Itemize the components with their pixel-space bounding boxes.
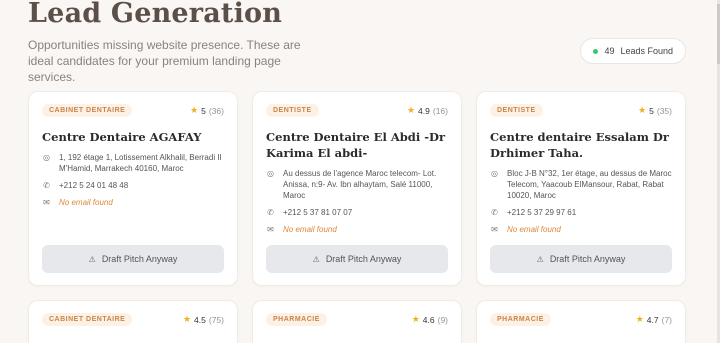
location-pin-icon: ◎ [43, 153, 50, 162]
mail-icon: ✉ [43, 198, 50, 207]
address-row: ◎ Au dessus de l'agence Maroc telecom- L… [266, 168, 448, 201]
mail-icon: ✉ [267, 225, 274, 234]
star-icon: ★ [190, 105, 199, 115]
leads-label: Leads Found [620, 46, 673, 56]
category-badge: PHARMACIE [266, 313, 327, 326]
email-row: ✉ No email found [266, 224, 448, 235]
rating: ★ 4.6 (9) [412, 314, 448, 325]
draft-pitch-label: Draft Pitch Anyway [549, 254, 626, 264]
phone-icon: ✆ [43, 181, 50, 190]
warning-icon: ⚠ [312, 254, 320, 264]
rating: ★ 5 (36) [190, 105, 224, 116]
draft-pitch-button[interactable]: ⚠ Draft Pitch Anyway [490, 245, 672, 273]
phone-icon: ✆ [267, 208, 274, 217]
rating: ★ 4.5 (75) [183, 314, 224, 325]
review-count: (35) [656, 105, 672, 116]
business-name: Centre Dentaire El Abdi -Dr Karima El ab… [266, 130, 446, 160]
lead-card: CABINET DENTAIRE ★ 5 (36) Centre Dentair… [28, 91, 238, 286]
address-row: ◎ Bloc J-B N°32, 1er étage, au dessus de… [490, 168, 672, 201]
star-icon: ★ [638, 105, 647, 115]
page-header: Lead Generation Opportunities missing we… [28, 0, 692, 85]
rating-value: 5 [201, 105, 206, 116]
category-badge: CABINET DENTAIRE [42, 104, 133, 117]
rating-value: 4.6 [422, 314, 435, 325]
address: 1, 192 étage 1, Lotissement Alkhalil, Be… [59, 153, 222, 173]
leads-count: 49 [604, 46, 615, 56]
email-status: No email found [507, 225, 561, 234]
review-count: (9) [437, 314, 448, 325]
lead-card: DENTISTE ★ 5 (35) Centre dentaire Essala… [476, 91, 686, 286]
email-row: ✉ No email found [490, 224, 672, 235]
phone: +212 5 37 81 07 07 [283, 208, 353, 217]
location-pin-icon: ◎ [491, 169, 498, 178]
page-title: Lead Generation [28, 0, 283, 29]
draft-pitch-button[interactable]: ⚠ Draft Pitch Anyway [266, 245, 448, 273]
lead-card: CABINET DENTAIRE ★ 4.5 (75) [28, 300, 238, 343]
business-name: Centre Dentaire AGAFAY [42, 130, 202, 144]
review-count: (75) [208, 314, 224, 325]
star-icon: ★ [411, 314, 420, 324]
rating-value: 4.7 [646, 314, 659, 325]
status-dot-icon [593, 48, 599, 54]
address: Bloc J-B N°32, 1er étage, au dessus de M… [507, 169, 672, 200]
star-icon: ★ [635, 314, 644, 324]
address: Au dessus de l'agence Maroc telecom- Lot… [283, 169, 437, 200]
lead-card: PHARMACIE ★ 4.6 (9) [252, 300, 462, 343]
mail-icon: ✉ [491, 225, 498, 234]
email-status: No email found [283, 225, 337, 234]
category-badge: PHARMACIE [490, 313, 551, 326]
lead-card: PHARMACIE ★ 4.7 (7) [476, 300, 686, 343]
rating: ★ 4.9 (16) [407, 105, 448, 116]
lead-card: DENTISTE ★ 4.9 (16) Centre Dentaire El A… [252, 91, 462, 286]
draft-pitch-label: Draft Pitch Anyway [101, 254, 178, 264]
email-status: No email found [59, 198, 113, 207]
page-subtitle: Opportunities missing website presence. … [28, 38, 301, 84]
star-icon: ★ [182, 314, 192, 324]
phone-icon: ✆ [491, 208, 498, 217]
email-row: ✉ No email found [42, 197, 224, 208]
rating: ★ 4.7 (7) [636, 314, 672, 325]
review-count: (16) [432, 105, 448, 116]
draft-pitch-label: Draft Pitch Anyway [325, 254, 402, 264]
rating-value: 5 [649, 105, 654, 116]
review-count: (7) [661, 314, 672, 325]
warning-icon: ⚠ [536, 254, 544, 264]
location-pin-icon: ◎ [267, 169, 274, 178]
phone: +212 5 24 01 48 48 [59, 181, 129, 190]
phone-row: ✆ +212 5 37 29 97 61 [490, 207, 672, 218]
address-row: ◎ 1, 192 étage 1, Lotissement Alkhalil, … [42, 152, 224, 174]
phone-row: ✆ +212 5 37 81 07 07 [266, 207, 448, 218]
category-badge: DENTISTE [490, 104, 543, 117]
rating: ★ 5 (35) [638, 105, 672, 116]
review-count: (36) [208, 105, 224, 116]
category-badge: DENTISTE [266, 104, 319, 117]
category-badge: CABINET DENTAIRE [42, 313, 133, 326]
star-icon: ★ [406, 105, 416, 115]
draft-pitch-button[interactable]: ⚠ Draft Pitch Anyway [42, 245, 224, 273]
leads-found-badge: 49 Leads Found [580, 38, 686, 64]
rating-value: 4.9 [418, 105, 430, 116]
warning-icon: ⚠ [88, 254, 96, 264]
rating-value: 4.5 [194, 314, 206, 325]
phone-row: ✆ +212 5 24 01 48 48 [42, 180, 224, 191]
business-name: Centre dentaire Essalam Dr Drhimer Taha. [490, 130, 669, 160]
phone: +212 5 37 29 97 61 [507, 208, 577, 217]
